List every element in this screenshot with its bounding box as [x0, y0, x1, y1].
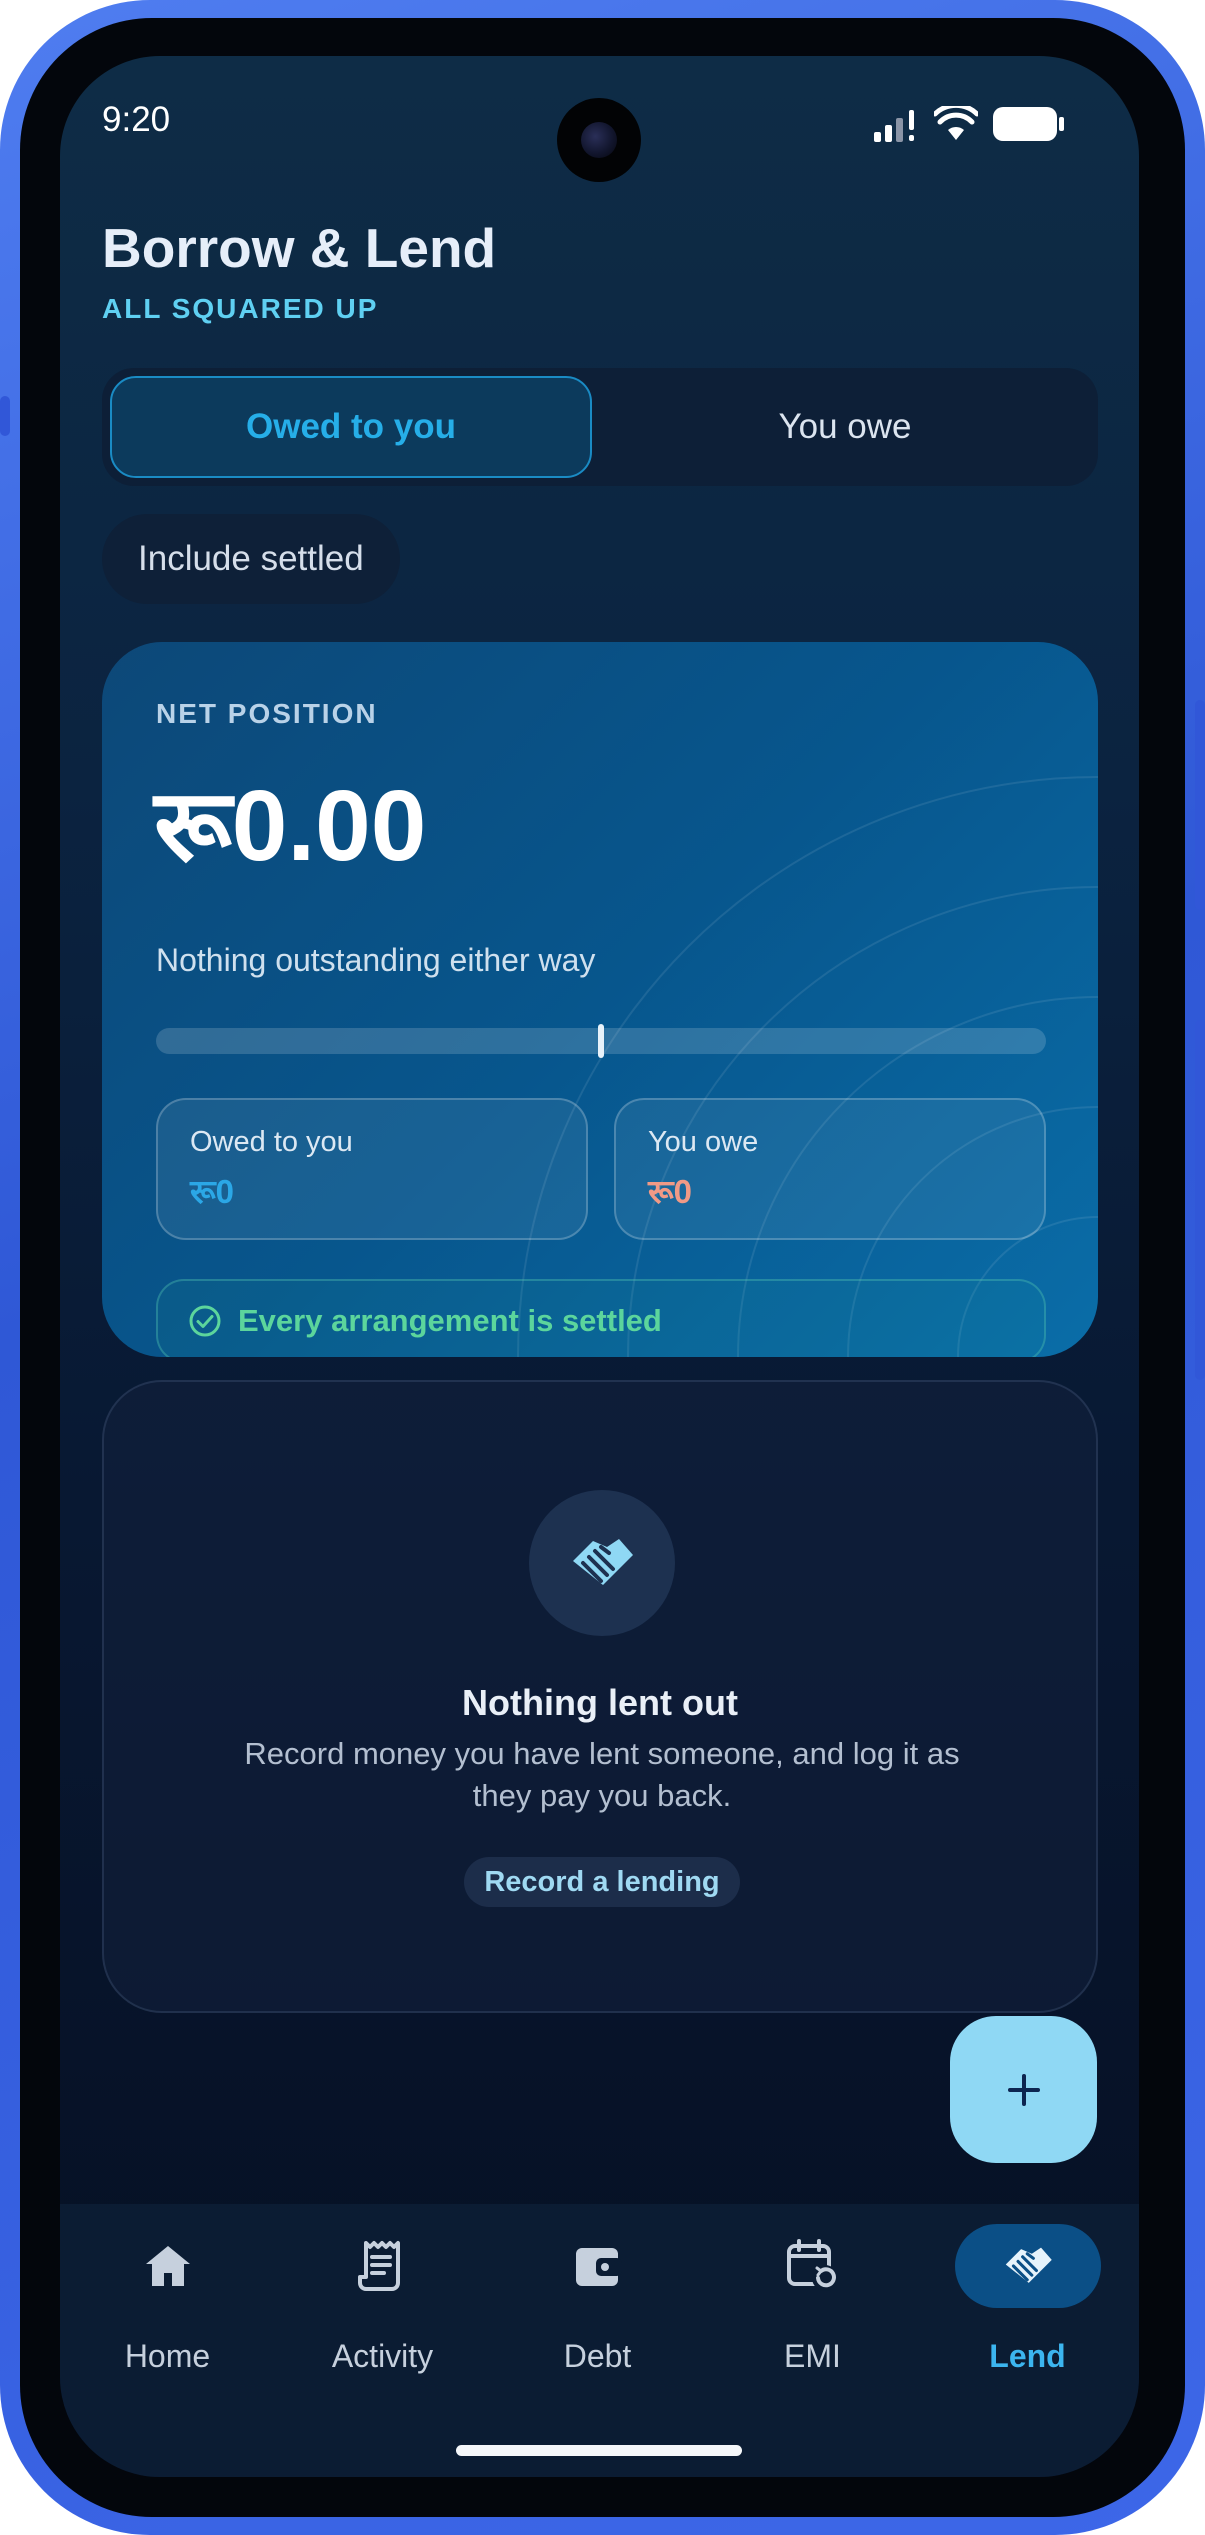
calendar-repeat-icon: [773, 2234, 853, 2298]
direction-toggle: Owed to you You owe: [102, 368, 1098, 486]
power-button: [1195, 1020, 1205, 1380]
wifi-icon: [932, 102, 980, 147]
nav-lend-label: Lend: [989, 2338, 1066, 2374]
owed-to-you-value: रू0: [190, 1173, 234, 1210]
check-circle-icon: [188, 1304, 222, 1338]
owed-to-you-card[interactable]: Owed to you रू0: [156, 1098, 588, 1240]
handshake-icon: [954, 2224, 1101, 2308]
front-camera: [557, 98, 641, 182]
side-button: [0, 396, 10, 436]
tab-you-owe[interactable]: You owe: [604, 376, 1086, 478]
owed-to-you-label: Owed to you: [190, 1126, 353, 1158]
record-lending-button[interactable]: Record a lending: [464, 1857, 740, 1907]
nav-emi-label: EMI: [784, 2338, 841, 2374]
empty-state-title: Nothing lent out: [462, 1682, 738, 1723]
tab-owed-to-you[interactable]: Owed to you: [110, 376, 592, 478]
page-title: Borrow & Lend: [102, 217, 497, 279]
page-subtitle: ALL SQUARED UP: [102, 293, 379, 324]
net-position-description: Nothing outstanding either way: [156, 942, 596, 978]
nav-emi[interactable]: EMI: [705, 2204, 920, 2404]
you-owe-card[interactable]: You owe रू0: [614, 1098, 1046, 1240]
handshake-icon: [529, 1490, 675, 1636]
add-button[interactable]: [950, 2016, 1097, 2163]
signal-icon: [872, 108, 922, 147]
home-indicator[interactable]: [456, 2445, 742, 2456]
nav-home[interactable]: Home: [60, 2204, 275, 2404]
nav-activity-label: Activity: [331, 2338, 434, 2374]
include-settled-label: Include settled: [138, 539, 364, 578]
empty-state-card: Nothing lent out Record money you have l…: [102, 1380, 1098, 2013]
nav-debt[interactable]: Debt: [490, 2204, 705, 2404]
home-icon: [128, 2234, 208, 2298]
battery-icon: [992, 106, 1066, 147]
status-time: 9:20: [102, 100, 171, 139]
nav-debt-label: Debt: [563, 2338, 632, 2374]
net-position-amount: रू0.00: [154, 770, 427, 882]
nav-home-label: Home: [124, 2338, 211, 2374]
you-owe-value: रू0: [648, 1173, 692, 1210]
plus-icon: [1004, 2070, 1044, 2110]
volume-button: [1195, 700, 1205, 910]
balance-marker: [598, 1024, 604, 1058]
include-settled-chip[interactable]: Include settled: [102, 514, 400, 604]
bottom-nav: Home Activity Debt EMI Lend: [60, 2204, 1139, 2477]
net-position-card: NET POSITION रू0.00 Nothing outstanding …: [102, 642, 1098, 1357]
nav-activity[interactable]: Activity: [275, 2204, 490, 2404]
receipt-icon: [343, 2234, 423, 2298]
settled-message: Every arrangement is settled: [238, 1303, 662, 1338]
screen: 9:20 Borrow & Lend ALL SQUARED UP Owed t…: [60, 56, 1139, 2477]
you-owe-label: You owe: [648, 1126, 759, 1158]
nav-lend[interactable]: Lend: [920, 2204, 1135, 2404]
card-decoration: [517, 776, 1098, 1357]
wallet-icon: [558, 2234, 638, 2298]
net-position-label: NET POSITION: [156, 698, 378, 729]
empty-state-description: Record money you have lent someone, and …: [244, 1736, 960, 1813]
balance-bar: [156, 1024, 1046, 1058]
settled-banner: Every arrangement is settled: [156, 1279, 1046, 1357]
